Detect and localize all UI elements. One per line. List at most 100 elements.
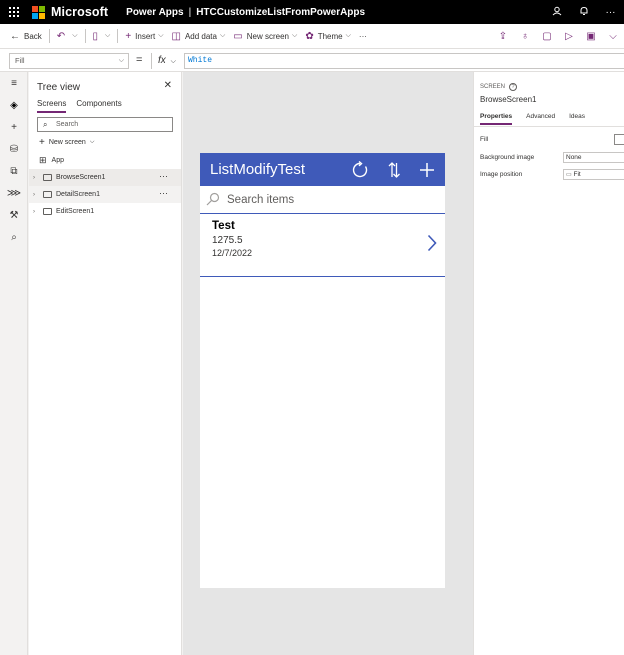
brand-name: Microsoft	[51, 5, 109, 19]
chevron-down-icon: ⌵	[345, 32, 351, 39]
save-icon[interactable]: ▣	[580, 31, 602, 42]
advanced-tools-icon[interactable]: ⚒	[0, 204, 28, 226]
background-image-dropdown[interactable]: None	[563, 152, 624, 163]
command-bar: ← Back ↶ ⌵ ▯ ⌵ + Insert ⌵ ◫ Add data ⌵ ▭…	[0, 24, 624, 49]
insert-rail-icon[interactable]: +	[0, 116, 28, 138]
tree-item-app[interactable]: ⊞ App	[29, 152, 181, 169]
theme-label: Theme	[317, 31, 343, 41]
chevron-down-icon: ⌵	[158, 32, 164, 39]
tree-search-input[interactable]: ⌕ Search	[37, 117, 173, 132]
app-launcher-icon[interactable]	[0, 0, 28, 24]
property-value: Fill	[15, 56, 25, 65]
tab-ideas[interactable]: Ideas	[569, 113, 585, 125]
app-icon: ⊞	[39, 155, 47, 165]
search-icon: ⌕	[43, 120, 48, 129]
add-data-button[interactable]: ◫ Add data ⌵	[168, 24, 230, 49]
app-search-box[interactable]: Search items	[200, 186, 445, 214]
environment-icon[interactable]	[543, 6, 570, 19]
tree-view-title: Tree view	[37, 82, 80, 93]
top-header-bar: Microsoft Power Apps | HTCCustomizeListF…	[0, 0, 624, 24]
back-arrow-icon: ←	[10, 30, 20, 42]
data-rail-icon[interactable]: ⛁	[0, 138, 28, 160]
share-icon[interactable]: ⇪	[492, 31, 514, 42]
refresh-icon[interactable]	[348, 153, 372, 186]
chevron-down-icon: ⌵	[219, 32, 226, 39]
screen-icon	[43, 208, 52, 215]
back-button[interactable]: ← Back	[6, 24, 46, 49]
product-name[interactable]: Power Apps	[126, 7, 183, 18]
app-title: ListModifyTest	[210, 161, 306, 178]
chevron-down-icon[interactable]: ⌵	[72, 32, 77, 40]
search-rail-icon[interactable]: ⌕	[0, 226, 28, 248]
more-options-icon[interactable]: ···	[597, 7, 624, 18]
tab-screens[interactable]: Screens	[37, 99, 67, 113]
screen-icon	[43, 174, 52, 181]
undo-button[interactable]: ↶ ⌵	[53, 24, 82, 49]
tab-properties[interactable]: Properties	[480, 113, 513, 125]
chevron-right-icon[interactable]: ›	[33, 192, 43, 198]
tab-advanced[interactable]: Advanced	[526, 113, 555, 125]
chevron-down-icon: ⌵	[292, 32, 298, 39]
play-icon[interactable]: ▷	[558, 31, 580, 42]
tree-item-label: BrowseScreen1	[56, 174, 106, 181]
save-chevron-icon[interactable]: ⌵	[602, 31, 624, 42]
more-commands-button[interactable]: ···	[355, 24, 371, 49]
more-options-icon[interactable]: ···	[159, 171, 168, 181]
fx-label: fx	[158, 55, 166, 66]
image-position-value: Fit	[573, 171, 581, 178]
hamburger-menu-icon[interactable]: ≡	[0, 72, 28, 94]
app-screen-preview[interactable]: ListModifyTest Search items Test 1275.5 …	[200, 153, 445, 588]
new-screen-button[interactable]: ▭ New screen ⌵	[229, 24, 301, 49]
search-icon	[206, 192, 220, 211]
chevron-down-icon[interactable]: ⌵	[105, 32, 110, 40]
tree-item-editscreen1[interactable]: › EditScreen1	[29, 203, 181, 220]
app-name: HTCCustomizeListFromPowerApps	[196, 6, 366, 18]
tree-item-detailscreen1[interactable]: › DetailScreen1 ···	[29, 186, 181, 203]
plus-icon: +	[125, 30, 132, 42]
more-label: ···	[358, 31, 367, 41]
media-rail-icon[interactable]: ⧉	[0, 160, 28, 182]
plus-icon: +	[39, 137, 45, 148]
help-icon[interactable]: ?	[509, 83, 518, 91]
close-icon[interactable]: ✕	[164, 80, 172, 91]
background-image-label: Background image	[480, 154, 535, 161]
chevron-right-icon[interactable]	[427, 234, 437, 257]
tree-item-label: App	[51, 157, 65, 164]
tree-search-placeholder: Search	[56, 121, 79, 128]
chevron-right-icon[interactable]: ›	[33, 209, 43, 215]
fill-color-swatch[interactable]	[614, 134, 624, 145]
undo-icon: ↶	[56, 30, 66, 42]
sort-icon[interactable]	[382, 153, 406, 186]
formula-input[interactable]: White	[184, 53, 624, 69]
tab-components[interactable]: Components	[76, 99, 121, 113]
comments-icon[interactable]: ▢	[536, 31, 558, 42]
theme-button[interactable]: ✿ Theme ⌵	[301, 24, 355, 49]
new-screen-icon: ▭	[233, 30, 243, 42]
microsoft-logo-icon	[32, 5, 45, 19]
image-position-dropdown[interactable]: ▭ Fit	[563, 169, 624, 180]
paste-button[interactable]: ▯ ⌵	[89, 24, 115, 49]
database-icon: ◫	[171, 30, 181, 42]
selected-screen-name: BrowseScreen1	[480, 95, 537, 104]
properties-type: SCREEN ?	[480, 83, 518, 91]
properties-panel: SCREEN ? BrowseScreen1 Properties Advanc…	[473, 72, 624, 655]
tree-view-icon[interactable]: ◈	[0, 94, 28, 116]
gallery-item[interactable]: Test 1275.5 12/7/2022	[200, 214, 445, 277]
left-rail: ≡ ◈ + ⛁ ⧉ ⋙ ⚒ ⌕	[0, 72, 28, 655]
fx-button[interactable]: fx ⌵	[151, 53, 179, 69]
add-icon[interactable]	[415, 153, 439, 186]
new-screen-tree-button[interactable]: + New screen ⌵	[39, 137, 94, 148]
app-header: ListModifyTest	[200, 153, 445, 186]
app-search-placeholder: Search items	[227, 194, 295, 206]
tree-item-browsescreen1[interactable]: › BrowseScreen1 ···	[29, 169, 181, 186]
chevron-right-icon[interactable]: ›	[33, 175, 43, 181]
insert-button[interactable]: + Insert ⌵	[121, 24, 167, 49]
notifications-icon[interactable]	[570, 6, 597, 19]
property-dropdown[interactable]: Fill ⌵	[9, 53, 129, 69]
title-separator: |	[188, 6, 192, 18]
power-automate-icon[interactable]: ⋙	[0, 182, 28, 204]
app-checker-icon[interactable]: ♁	[514, 31, 536, 42]
tree-item-label: EditScreen1	[56, 208, 95, 215]
add-data-label: Add data	[184, 31, 217, 41]
more-options-icon[interactable]: ···	[159, 188, 168, 198]
